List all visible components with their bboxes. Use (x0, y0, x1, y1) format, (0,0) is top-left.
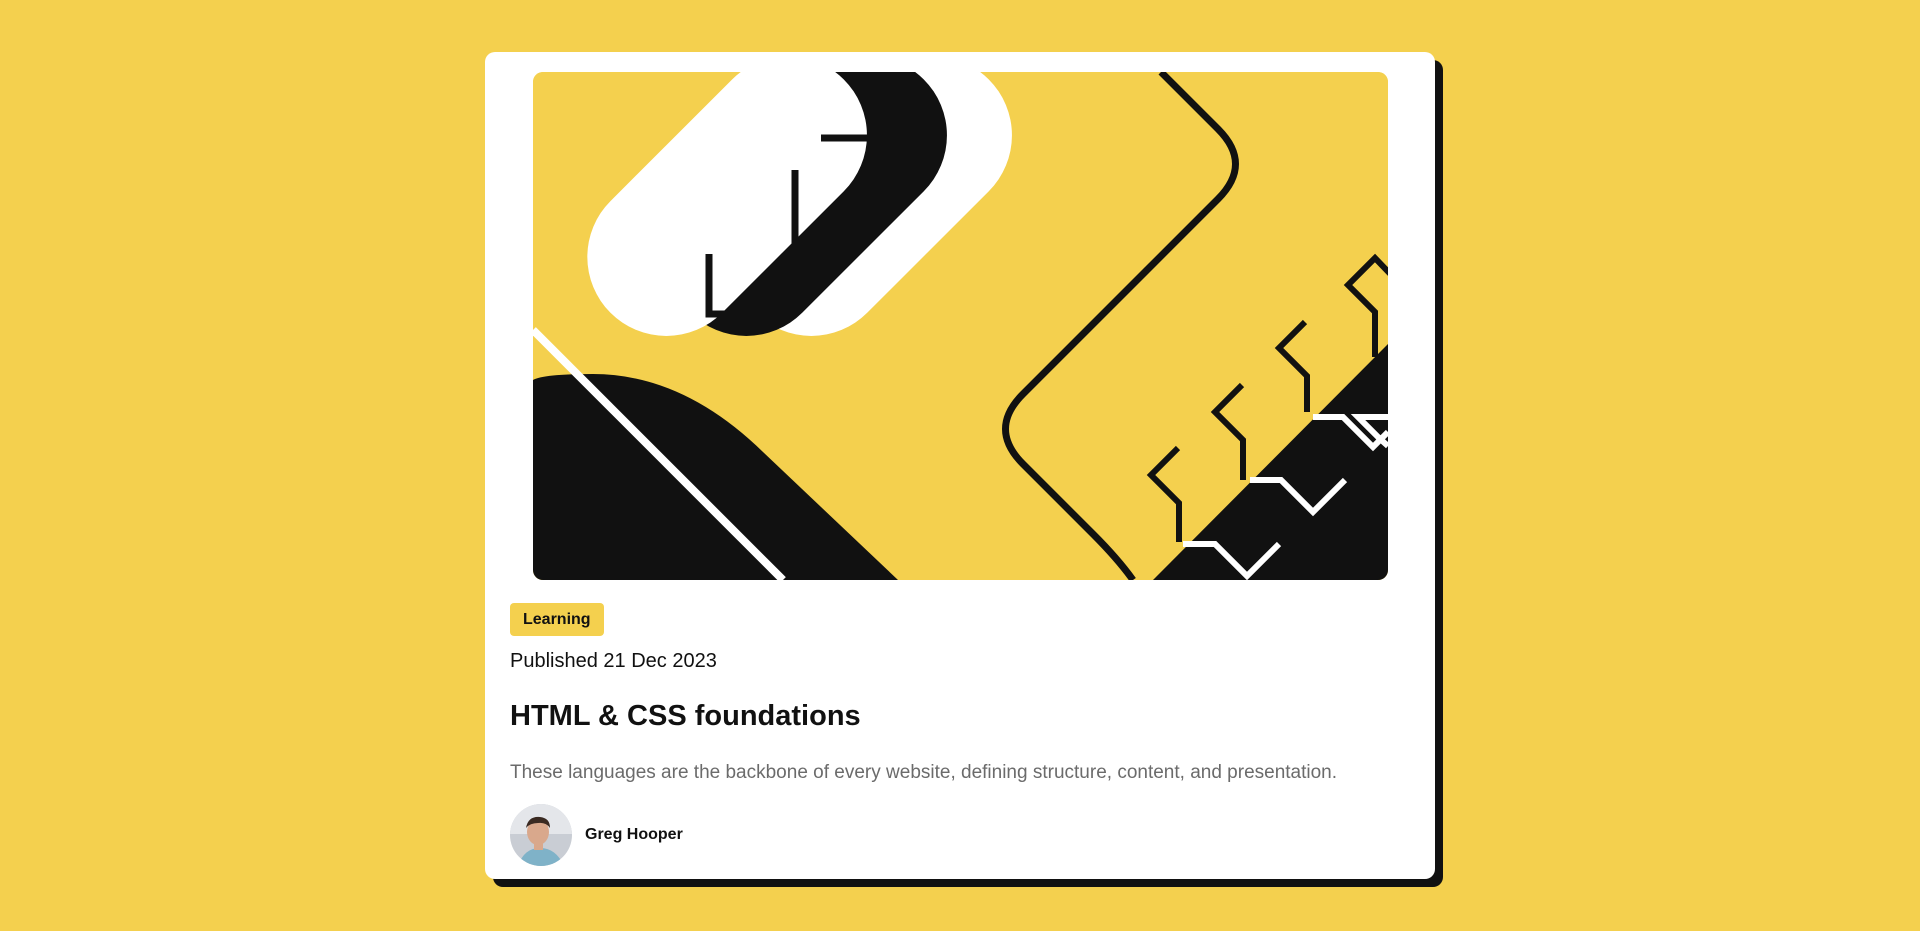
avatar (510, 804, 572, 866)
author-name: Greg Hooper (585, 826, 683, 843)
author-block: Greg Hooper (510, 804, 683, 866)
card-title[interactable]: HTML & CSS foundations (510, 700, 861, 733)
card-description: These languages are the backbone of ever… (510, 762, 1338, 783)
category-tag: Learning (510, 603, 604, 636)
blog-preview-card: Learning Published 21 Dec 2023 HTML & CS… (485, 52, 1435, 879)
author-photo-icon (510, 804, 572, 866)
hero-illustration (533, 72, 1388, 580)
publish-date: Published 21 Dec 2023 (510, 650, 717, 672)
